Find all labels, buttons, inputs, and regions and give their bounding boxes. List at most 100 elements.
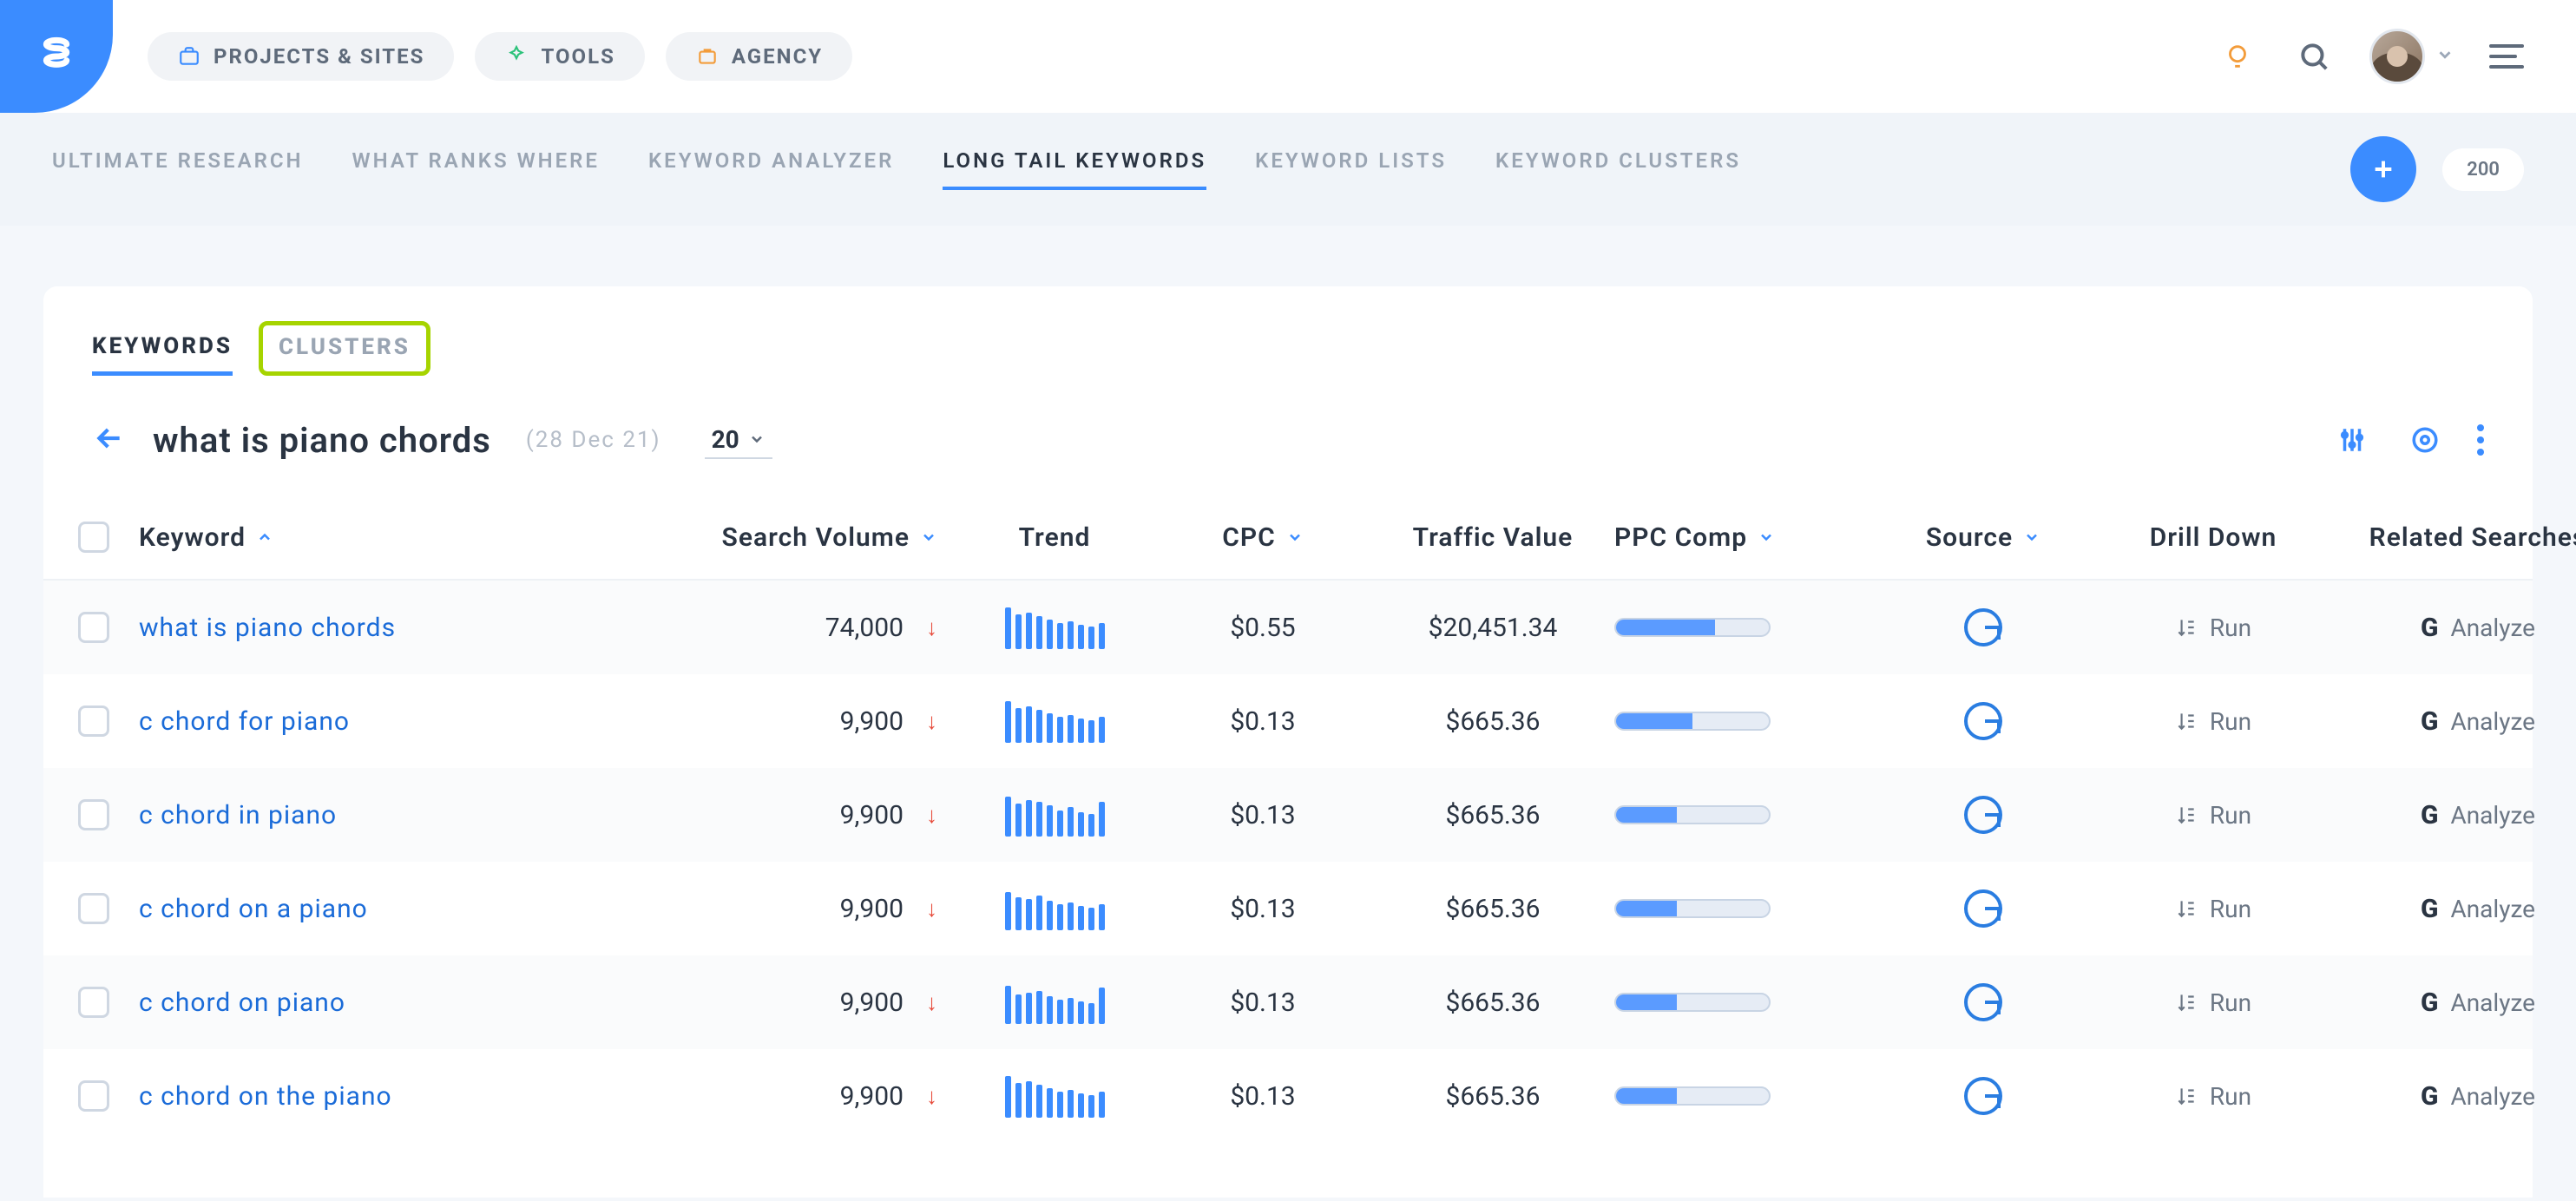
keyword-link[interactable]: c chord for piano [139, 706, 350, 737]
cell-traffic: $665.36 [1371, 1081, 1614, 1112]
nav-tools[interactable]: TOOLS [475, 32, 644, 81]
chevron-down-icon [920, 528, 937, 546]
chevron-down-icon [2023, 528, 2040, 546]
google-g-icon: G [2421, 613, 2438, 643]
drill-down-button[interactable]: Run [2092, 1082, 2335, 1111]
drill-down-button[interactable]: Run [2092, 707, 2335, 736]
user-menu[interactable] [2369, 29, 2454, 84]
related-searches-button[interactable]: GAnalyze [2335, 706, 2576, 737]
table-row: c chord on piano9,900↓$0.13$665.36RunGAn… [43, 955, 2533, 1049]
cell-volume: 74,000↓ [677, 613, 955, 643]
cell-trend [955, 981, 1154, 1024]
col-source[interactable]: Source [1875, 522, 2092, 553]
sort-az-icon [2175, 710, 2198, 732]
row-checkbox[interactable] [78, 706, 109, 737]
cell-cpc: $0.13 [1154, 894, 1371, 924]
top-bar: PROJECTS & SITES TOOLS AGENCY [0, 0, 2576, 113]
drill-down-button[interactable]: Run [2092, 614, 2335, 642]
cell-source [1875, 983, 2092, 1021]
subnav-tab-3[interactable]: LONG TAIL KEYWORDS [943, 148, 1206, 190]
cell-ppc [1614, 618, 1875, 637]
cell-ppc [1614, 899, 1875, 918]
trend-down-icon: ↓ [926, 614, 937, 641]
subnav-tab-2[interactable]: KEYWORD ANALYZER [648, 148, 894, 190]
sliders-icon[interactable] [2331, 419, 2373, 461]
row-checkbox[interactable] [78, 893, 109, 924]
hamburger-menu-icon[interactable] [2489, 44, 2524, 69]
arrow-left-icon[interactable] [92, 421, 127, 459]
google-icon [1964, 1077, 2002, 1115]
col-cpc[interactable]: CPC [1154, 522, 1371, 553]
row-checkbox[interactable] [78, 799, 109, 830]
related-searches-button[interactable]: GAnalyze [2335, 613, 2576, 643]
row-checkbox[interactable] [78, 987, 109, 1018]
table-header: Keyword Search Volume Trend CPC Traffic … [43, 495, 2533, 581]
drill-down-button[interactable]: Run [2092, 895, 2335, 923]
secondary-nav: ULTIMATE RESEARCH WHAT RANKS WHERE KEYWORD… [0, 113, 2576, 226]
trend-down-icon: ↓ [926, 896, 937, 922]
tab-keywords[interactable]: KEYWORDS [92, 321, 233, 376]
related-searches-button[interactable]: GAnalyze [2335, 894, 2576, 924]
cell-source [1875, 889, 2092, 928]
cell-trend [955, 1074, 1154, 1118]
keyword-link[interactable]: c chord in piano [139, 800, 337, 830]
chevron-down-icon [1286, 528, 1304, 546]
subnav-tab-4[interactable]: KEYWORD LISTS [1255, 148, 1447, 190]
cell-volume: 9,900↓ [677, 894, 955, 924]
col-drill-down: Drill Down [2092, 522, 2335, 553]
keyword-link[interactable]: c chord on the piano [139, 1081, 392, 1112]
keyword-link[interactable]: c chord on a piano [139, 894, 368, 924]
page-size-select[interactable]: 20 [705, 422, 772, 459]
cell-traffic: $665.36 [1371, 894, 1614, 924]
related-searches-button[interactable]: GAnalyze [2335, 988, 2576, 1018]
google-g-icon: G [2421, 894, 2438, 924]
row-checkbox[interactable] [78, 612, 109, 643]
inner-tabs: KEYWORDS CLUSTERS [43, 321, 2533, 376]
col-ppc-comp[interactable]: PPC Comp [1614, 522, 1875, 553]
cell-source [1875, 702, 2092, 740]
trend-down-icon: ↓ [926, 802, 937, 829]
sort-az-icon [2175, 1085, 2198, 1107]
related-searches-button[interactable]: GAnalyze [2335, 800, 2576, 830]
nav-agency-label: AGENCY [732, 44, 823, 69]
more-menu[interactable] [2477, 424, 2484, 456]
related-searches-button[interactable]: GAnalyze [2335, 1081, 2576, 1112]
select-all-checkbox[interactable] [78, 522, 109, 553]
col-keyword[interactable]: Keyword [139, 522, 677, 553]
table-row: c chord on a piano 9,900↓ $0.13$665.36 Run G… [43, 862, 2533, 955]
google-g-icon: G [2421, 1081, 2438, 1112]
briefcase-icon [177, 44, 201, 69]
keyword-link[interactable]: c chord on piano [139, 988, 345, 1018]
keyword-link[interactable]: what is piano chords [139, 613, 396, 643]
subnav-tab-1[interactable]: WHAT RANKS WHERE [352, 148, 600, 190]
nav-agency[interactable]: AGENCY [666, 32, 852, 81]
add-button[interactable] [2350, 136, 2416, 202]
cell-cpc: $0.13 [1154, 988, 1371, 1018]
search-icon[interactable] [2293, 36, 2335, 77]
trend-down-icon: ↓ [926, 1083, 937, 1110]
col-search-volume[interactable]: Search Volume [677, 522, 955, 553]
google-g-icon: G [2421, 800, 2438, 830]
subnav-tab-0[interactable]: ULTIMATE RESEARCH [52, 148, 304, 190]
cell-volume: 9,900↓ [677, 706, 955, 737]
count-badge: 200 [2442, 148, 2524, 191]
cell-volume: 9,900↓ [677, 800, 955, 830]
app-logo[interactable] [0, 0, 113, 113]
cell-ppc [1614, 1086, 1875, 1106]
row-checkbox[interactable] [78, 1080, 109, 1112]
drill-down-button[interactable]: Run [2092, 988, 2335, 1017]
nav-projects-sites[interactable]: PROJECTS & SITES [148, 32, 454, 81]
subnav-tab-5[interactable]: KEYWORD CLUSTERS [1495, 148, 1741, 190]
cell-trend [955, 887, 1154, 930]
gear-icon[interactable] [2404, 419, 2446, 461]
cell-cpc: $0.13 [1154, 706, 1371, 737]
google-icon [1964, 983, 2002, 1021]
cell-ppc [1614, 712, 1875, 731]
drill-down-button[interactable]: Run [2092, 801, 2335, 830]
lightbulb-icon[interactable] [2217, 36, 2258, 77]
tab-clusters[interactable]: CLUSTERS [259, 321, 430, 376]
page-title-date: (28 Dec 21) [526, 427, 661, 453]
sort-asc-icon [256, 522, 273, 553]
col-related-searches: Related Searches [2335, 522, 2576, 553]
cell-volume: 9,900↓ [677, 988, 955, 1018]
